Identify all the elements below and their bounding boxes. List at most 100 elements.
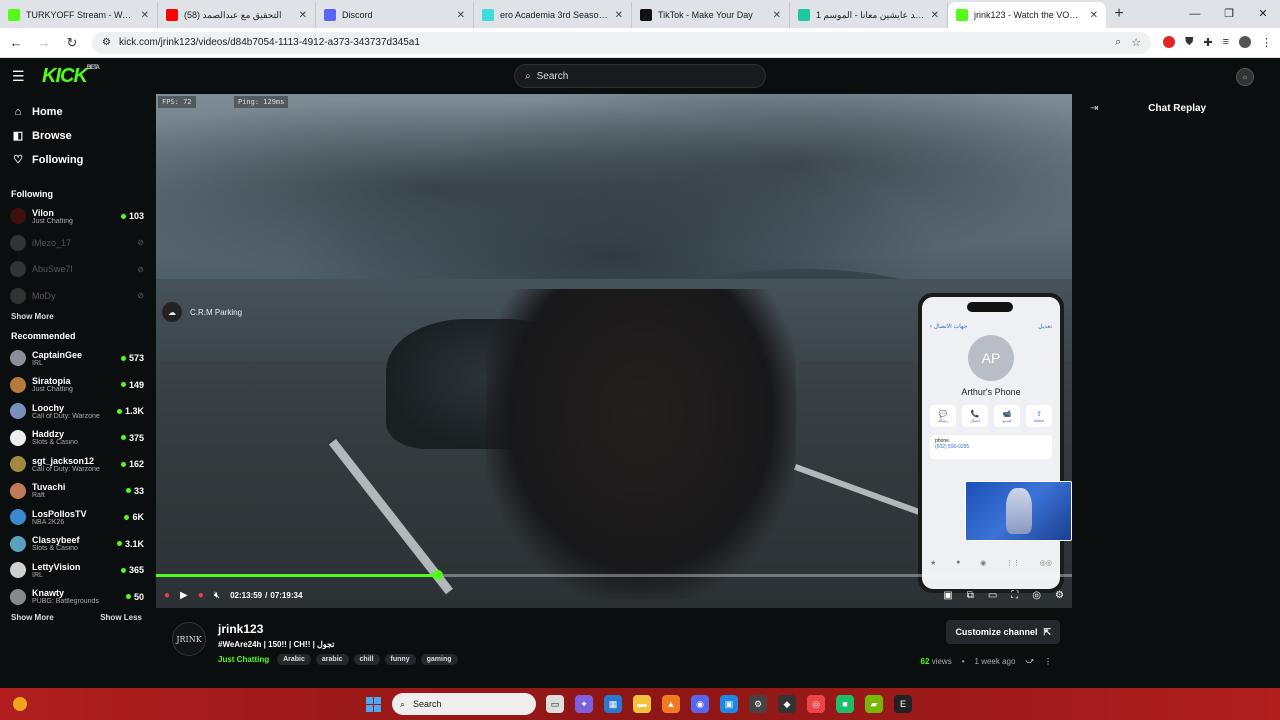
sidebar-channel[interactable]: Classybeef Slots & Casino 3.1K: [0, 531, 152, 558]
viewer-count: 365: [121, 565, 144, 575]
opera-extension-icon[interactable]: [1163, 36, 1176, 48]
video-progress-bar[interactable]: [156, 570, 1072, 580]
tab-close-icon[interactable]: ✕: [299, 10, 307, 21]
browser-tab[interactable]: Discord ✕: [316, 2, 474, 28]
sidebar-channel[interactable]: Haddzy Slots & Casino 375: [0, 425, 152, 452]
sidebar-channel[interactable]: Loochy Call of Duty: Warzone 1.3K: [0, 398, 152, 425]
sidebar-channel[interactable]: AbuSwe7l ⊘: [0, 256, 152, 283]
clip-icon[interactable]: ⧉: [967, 590, 974, 601]
settings-icon[interactable]: ⚙: [749, 695, 767, 713]
tab-close-icon[interactable]: ✕: [1090, 10, 1098, 21]
tab-close-icon[interactable]: ✕: [931, 10, 939, 21]
bookmark-star-icon[interactable]: ☆: [1131, 36, 1141, 49]
browser-tab[interactable]: TURKYOFF Stream - Watch Live ✕: [0, 2, 158, 28]
nav-following[interactable]: ♡ Following: [12, 152, 152, 167]
kick-logo[interactable]: KICKBETA: [42, 65, 100, 88]
sidebar-channel[interactable]: Siratopia Just Chatting 149: [0, 372, 152, 399]
app-icon[interactable]: ▲: [662, 695, 680, 713]
sidebar-channel[interactable]: MoDy ⊘: [0, 283, 152, 310]
forward-icon[interactable]: ●: [198, 590, 204, 601]
collapse-chat-icon[interactable]: ⇥: [1090, 103, 1098, 114]
tag-chip[interactable]: gaming: [420, 654, 458, 665]
channel-avatar: [10, 287, 26, 304]
show-more-button[interactable]: Show More: [11, 312, 54, 321]
forward-icon[interactable]: →: [36, 35, 52, 50]
close-window-icon[interactable]: ✕: [1246, 0, 1280, 28]
theater-icon[interactable]: ▭: [988, 590, 997, 601]
mute-icon[interactable]: 🔇︎: [214, 590, 220, 601]
search-input[interactable]: ⌕ Search: [514, 64, 766, 88]
zoom-icon[interactable]: ⌕: [1115, 36, 1121, 49]
sidebar-channel[interactable]: LettyVision IRL 365: [0, 557, 152, 584]
quality-icon[interactable]: ◎: [1032, 590, 1041, 601]
fullscreen-icon[interactable]: ⛶: [1011, 590, 1018, 601]
taskbar-search[interactable]: ⌕ Search: [392, 693, 536, 715]
profile-avatar-icon[interactable]: [1239, 36, 1251, 48]
extension-icon[interactable]: ⛊: [1185, 36, 1193, 49]
channel-name[interactable]: jrink123: [218, 622, 263, 636]
more-options-icon[interactable]: ⋮: [1044, 657, 1052, 666]
hamburger-menu-icon[interactable]: ☰: [12, 68, 28, 85]
user-avatar[interactable]: ☼: [1236, 68, 1254, 86]
media-icon[interactable]: ≡: [1223, 36, 1229, 49]
rewind-icon[interactable]: ●: [164, 590, 170, 601]
copilot-icon[interactable]: ✦: [575, 695, 593, 713]
tab-close-icon[interactable]: ✕: [141, 10, 149, 21]
browser-tab[interactable]: jrink123 - Watch the VOD on K ✕: [948, 2, 1106, 28]
category-link[interactable]: Just Chatting: [218, 655, 269, 664]
nvidia-icon[interactable]: ▰: [865, 695, 883, 713]
nav-label: Following: [32, 153, 84, 166]
tag-chip[interactable]: arabic: [315, 654, 349, 665]
app-icon[interactable]: ◆: [778, 695, 796, 713]
tag-chip[interactable]: Arabic: [277, 654, 311, 665]
nav-browse[interactable]: ◧ Browse: [12, 128, 152, 143]
store-icon[interactable]: ▦: [604, 695, 622, 713]
new-tab-button[interactable]: +: [1106, 2, 1132, 28]
reload-icon[interactable]: ↻: [64, 35, 80, 51]
channel-category: NBA 2K26: [32, 518, 65, 526]
site-info-icon[interactable]: ⚙: [102, 37, 111, 48]
discord-icon[interactable]: ◉: [691, 695, 709, 713]
browser-tab[interactable]: شاهد عايشين معانا - الموسم 1 ✕: [790, 2, 948, 28]
sidebar-channel[interactable]: sgt_jackson12 Call of Duty: Warzone 162: [0, 451, 152, 478]
puzzle-icon[interactable]: ✚: [1203, 36, 1212, 49]
back-icon[interactable]: ←: [8, 35, 24, 50]
channel-avatar[interactable]: JRINK: [172, 622, 206, 656]
channel-name: iMezo_17: [32, 237, 72, 248]
epic-games-icon[interactable]: E: [894, 695, 912, 713]
app-icon[interactable]: ■: [836, 695, 854, 713]
browser-tab[interactable]: (58) التحقيق مع عبدالصمد ✕: [158, 2, 316, 28]
customize-channel-button[interactable]: Customize channel ⇱: [946, 620, 1060, 644]
settings-gear-icon[interactable]: ⚙: [1055, 590, 1064, 601]
play-icon[interactable]: ▶: [180, 590, 188, 601]
tab-close-icon[interactable]: ✕: [615, 10, 623, 21]
sidebar-channel[interactable]: Vilon Just Chatting 103: [0, 203, 152, 230]
tag-chip[interactable]: funny: [384, 654, 416, 665]
weather-widget[interactable]: [0, 688, 40, 720]
browser-tab[interactable]: TikTok - Make Your Day ✕: [632, 2, 790, 28]
sidebar-channel[interactable]: iMezo_17 ⊘: [0, 230, 152, 257]
windows-start-icon[interactable]: [366, 697, 381, 712]
show-less-button[interactable]: Show Less: [100, 613, 142, 622]
share-icon[interactable]: ⤻: [1025, 656, 1034, 666]
sidebar-channel[interactable]: Tuvachi Raft 33: [0, 478, 152, 505]
app-icon[interactable]: ▣: [720, 695, 738, 713]
show-more-button[interactable]: Show More: [11, 613, 54, 622]
chrome-icon[interactable]: ◎: [807, 695, 825, 713]
sidebar-channel[interactable]: Knawty PUBG: Battlegrounds 50: [0, 584, 152, 611]
pip-icon[interactable]: ▣: [943, 590, 952, 601]
menu-dots-icon[interactable]: ⋮: [1261, 36, 1272, 49]
tab-close-icon[interactable]: ✕: [773, 10, 781, 21]
maximize-icon[interactable]: ❐: [1212, 0, 1246, 28]
task-view-icon[interactable]: ▭: [546, 695, 564, 713]
url-field[interactable]: ⚙ kick.com/jrink123/videos/d84b7054-1113…: [92, 31, 1152, 54]
minimize-icon[interactable]: —: [1178, 0, 1212, 28]
file-explorer-icon[interactable]: ▬: [633, 695, 651, 713]
tab-close-icon[interactable]: ✕: [457, 10, 465, 21]
tag-chip[interactable]: chill: [353, 654, 380, 665]
browser-tab[interactable]: ero Academia 3rd Season انمي ✕: [474, 2, 632, 28]
sidebar-channel[interactable]: CaptainGee IRL 573: [0, 345, 152, 372]
nav-home[interactable]: ⌂ Home: [12, 104, 152, 119]
sidebar-channel[interactable]: LosPollosTV NBA 2K26 6K: [0, 504, 152, 531]
video-player[interactable]: FPS: 72 Ping: 129ms ☁ C.R.M Parking ‹ جه…: [156, 94, 1072, 608]
